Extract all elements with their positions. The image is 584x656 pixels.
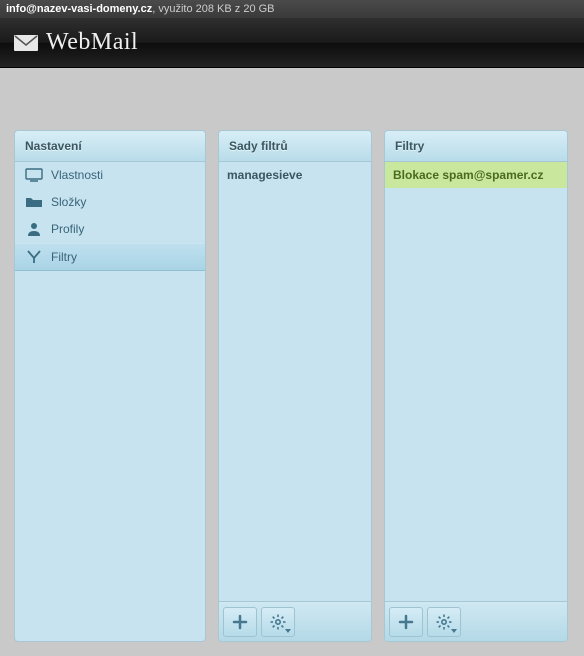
plus-icon xyxy=(398,614,414,630)
account-email: info@nazev-vasi-domeny.cz xyxy=(6,3,152,15)
usage-text: , využito 208 KB z 20 GB xyxy=(152,3,274,15)
add-filterset-button[interactable] xyxy=(223,607,257,637)
add-filter-button[interactable] xyxy=(389,607,423,637)
filter-icon xyxy=(25,250,43,264)
filtersets-list: managesieve xyxy=(219,162,371,601)
brand-bar: WebMail xyxy=(0,18,584,68)
settings-panel: Nastavení Vlastnosti Složky Profily xyxy=(14,130,206,642)
brand-name: WebMail xyxy=(46,29,138,56)
settings-panel-title: Nastavení xyxy=(15,131,205,162)
filtersets-panel: Sady filtrů managesieve xyxy=(218,130,372,642)
filters-panel-title: Filtry xyxy=(385,131,567,162)
settings-item-properties[interactable]: Vlastnosti xyxy=(15,162,205,189)
panel-splitter[interactable] xyxy=(371,366,372,406)
folder-icon xyxy=(25,195,43,209)
filters-toolbar xyxy=(385,601,567,641)
settings-item-label: Vlastnosti xyxy=(51,168,103,182)
filter-options-button[interactable] xyxy=(427,607,461,637)
envelope-icon xyxy=(14,35,38,51)
filterset-options-button[interactable] xyxy=(261,607,295,637)
filtersets-toolbar xyxy=(219,601,371,641)
monitor-icon xyxy=(25,168,43,182)
filtersets-panel-title: Sady filtrů xyxy=(219,131,371,162)
settings-item-label: Profily xyxy=(51,222,84,236)
person-icon xyxy=(25,222,43,236)
gear-icon xyxy=(270,614,286,630)
chevron-down-icon xyxy=(285,629,291,633)
settings-item-filters[interactable]: Filtry xyxy=(15,243,205,271)
settings-item-label: Složky xyxy=(51,195,86,209)
filters-panel: Filtry Blokace spam@spamer.cz xyxy=(384,130,568,642)
settings-list: Vlastnosti Složky Profily Filtry xyxy=(15,162,205,641)
filter-item[interactable]: Blokace spam@spamer.cz xyxy=(385,162,567,188)
settings-item-label: Filtry xyxy=(51,250,77,264)
filters-list: Blokace spam@spamer.cz xyxy=(385,162,567,601)
gear-icon xyxy=(436,614,452,630)
chevron-down-icon xyxy=(451,629,457,633)
settings-item-folders[interactable]: Složky xyxy=(15,189,205,216)
plus-icon xyxy=(232,614,248,630)
top-status-bar: info@nazev-vasi-domeny.cz, využito 208 K… xyxy=(0,0,584,18)
main-content: Nastavení Vlastnosti Složky Profily xyxy=(0,68,584,656)
filterset-item[interactable]: managesieve xyxy=(219,162,371,188)
settings-item-profiles[interactable]: Profily xyxy=(15,216,205,243)
